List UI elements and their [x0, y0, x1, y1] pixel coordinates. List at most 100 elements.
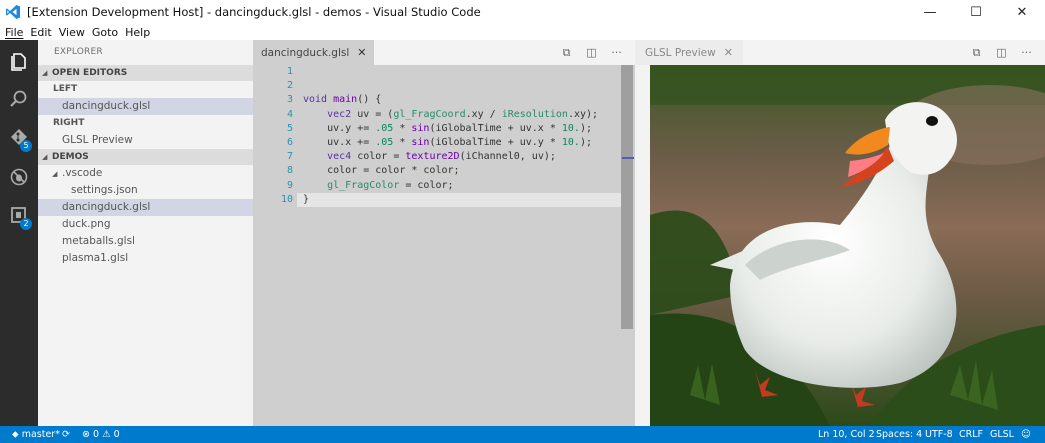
line-number: 2: [286, 80, 293, 92]
code-lines: void main() { vec2 uv = (gl_FragCoord.xy…: [303, 65, 623, 207]
tree-file[interactable]: duck.png: [38, 216, 253, 233]
feedback-icon[interactable]: ☺: [1021, 426, 1031, 443]
more-actions-icon[interactable]: ···: [604, 46, 629, 59]
minimize-button[interactable]: —: [907, 0, 953, 24]
maximize-button[interactable]: ☐: [953, 0, 999, 24]
line-number: 8: [286, 165, 293, 177]
explorer-header: EXPLORER: [54, 47, 103, 57]
branch-name: master*: [21, 429, 60, 440]
git-badge: 5: [20, 140, 32, 152]
editor-group-left: dancingduck.glsl ✕ ⧉ ◫ ··· 1 2 3 4 5 6 7…: [253, 40, 635, 426]
chevron-down-icon: ◢: [42, 69, 48, 77]
open-preview-icon[interactable]: ⧉: [554, 46, 579, 60]
chevron-down-icon: ◢: [52, 170, 58, 178]
code-line: uv.x += .05 * sin(iGlobalTime + uv.y * 1…: [303, 136, 592, 148]
editor-splitter[interactable]: [635, 40, 650, 426]
tree-folder-vscode[interactable]: ◢ .vscode: [38, 165, 253, 182]
code-editor[interactable]: 1 2 3 4 5 6 7 8 9 10 void main() { vec2 …: [253, 65, 635, 426]
encoding-status[interactable]: UTF-8: [925, 426, 953, 443]
code-line: vec2 uv = (gl_FragCoord.xy / iResolution…: [327, 108, 599, 120]
glsl-preview-canvas[interactable]: [650, 65, 1045, 426]
language-mode[interactable]: GLSL: [990, 426, 1014, 443]
code-line: vec4 color = texture2D(iChannel0, uv);: [327, 151, 556, 163]
code-line: void main() {: [303, 94, 382, 106]
split-editor-icon[interactable]: ◫: [989, 46, 1014, 59]
editor-group-left-label: LEFT: [53, 84, 78, 94]
line-number-gutter: 1 2 3 4 5 6 7 8 9 10: [253, 65, 293, 207]
more-actions-icon[interactable]: ···: [1014, 46, 1039, 59]
demos-folder-section[interactable]: ◢ DEMOS: [38, 149, 253, 165]
menu-help[interactable]: Help: [125, 26, 150, 39]
explorer-icon: [11, 53, 26, 71]
warning-count: 0: [113, 429, 120, 440]
open-source-icon[interactable]: ⧉: [964, 46, 989, 60]
error-count: 0: [93, 429, 100, 440]
split-editor-icon[interactable]: ◫: [579, 46, 604, 59]
window-title: [Extension Development Host] - dancingdu…: [27, 5, 481, 19]
line-number: 1: [286, 66, 293, 77]
demos-folder-title: DEMOS: [52, 152, 89, 162]
explorer-sidebar: EXPLORER ◢ OPEN EDITORS LEFT dancingduck…: [38, 40, 253, 426]
tree-file-selected[interactable]: dancingduck.glsl: [38, 199, 253, 216]
code-line: uv.y += .05 * sin(iGlobalTime + uv.x * 1…: [303, 122, 592, 134]
sync-icon[interactable]: ⟳: [62, 426, 70, 443]
chevron-down-icon: ◢: [42, 153, 48, 161]
close-icon[interactable]: ✕: [724, 46, 733, 59]
menu-file[interactable]: File: [5, 26, 23, 39]
line-number: 10: [280, 193, 293, 205]
code-line: }: [303, 193, 310, 205]
tree-item-label: .vscode: [62, 167, 103, 179]
activity-search[interactable]: [0, 80, 38, 118]
vertical-scrollbar[interactable]: [621, 65, 633, 329]
activity-bar: 5 2: [0, 40, 38, 426]
code-line: color = color * color;: [303, 165, 460, 177]
tree-file[interactable]: settings.json: [38, 182, 253, 199]
eol-status[interactable]: CRLF: [959, 426, 983, 443]
line-number: 4: [286, 108, 293, 120]
line-number: 6: [286, 136, 293, 148]
menu-edit[interactable]: Edit: [30, 26, 51, 39]
vscode-logo-icon: [6, 5, 20, 19]
activity-extensions[interactable]: 2: [0, 196, 38, 234]
tab-glsl-preview[interactable]: GLSL Preview ✕: [635, 40, 743, 65]
git-branch-status[interactable]: ⬥ master*: [12, 426, 60, 443]
warning-icon: ⚠: [102, 429, 111, 440]
preview-tab-bar: GLSL Preview ✕ ⧉ ◫ ···: [635, 40, 1045, 65]
open-editors-title: OPEN EDITORS: [52, 68, 128, 78]
debug-icon: [10, 168, 28, 186]
search-icon: [10, 90, 27, 107]
activity-explorer[interactable]: [0, 42, 38, 80]
cursor-scroll-marker: [622, 157, 634, 159]
branch-icon: ⬥: [12, 429, 19, 440]
tree-file[interactable]: plasma1.glsl: [38, 250, 253, 267]
error-icon: ⊗: [82, 429, 90, 440]
tab-dancingduck[interactable]: dancingduck.glsl ✕: [253, 40, 375, 65]
tab-label: dancingduck.glsl: [261, 46, 350, 59]
indentation-status[interactable]: Spaces: 4: [876, 426, 922, 443]
menu-bar: File Edit View Goto Help: [0, 24, 1045, 40]
editor-tab-bar: dancingduck.glsl ✕ ⧉ ◫ ···: [253, 40, 635, 65]
open-editor-item[interactable]: dancingduck.glsl: [38, 98, 253, 115]
duck-image: [650, 65, 1045, 426]
line-number: 3: [286, 94, 293, 106]
close-icon[interactable]: ✕: [357, 46, 366, 59]
line-number: 9: [286, 179, 293, 191]
close-window-button[interactable]: ✕: [999, 0, 1045, 24]
menu-view[interactable]: View: [59, 26, 85, 39]
line-number: 5: [286, 122, 293, 134]
status-bar: ⬥ master* ⟳ ⊗ 0 ⚠ 0 Ln 10, Col 2 Spaces:…: [0, 426, 1045, 443]
tree-file[interactable]: metaballs.glsl: [38, 233, 253, 250]
title-bar: [Extension Development Host] - dancingdu…: [0, 0, 1045, 24]
code-line: gl_FragColor = color;: [327, 179, 454, 191]
activity-git[interactable]: 5: [0, 118, 38, 156]
open-editor-item[interactable]: GLSL Preview: [38, 132, 253, 149]
open-editors-section[interactable]: ◢ OPEN EDITORS: [38, 65, 253, 81]
activity-debug[interactable]: [0, 158, 38, 196]
cursor-position[interactable]: Ln 10, Col 2: [818, 426, 875, 443]
menu-goto[interactable]: Goto: [92, 26, 118, 39]
problems-status[interactable]: ⊗ 0 ⚠ 0: [82, 426, 120, 443]
line-number: 7: [286, 151, 293, 163]
tab-label: GLSL Preview: [645, 46, 716, 59]
